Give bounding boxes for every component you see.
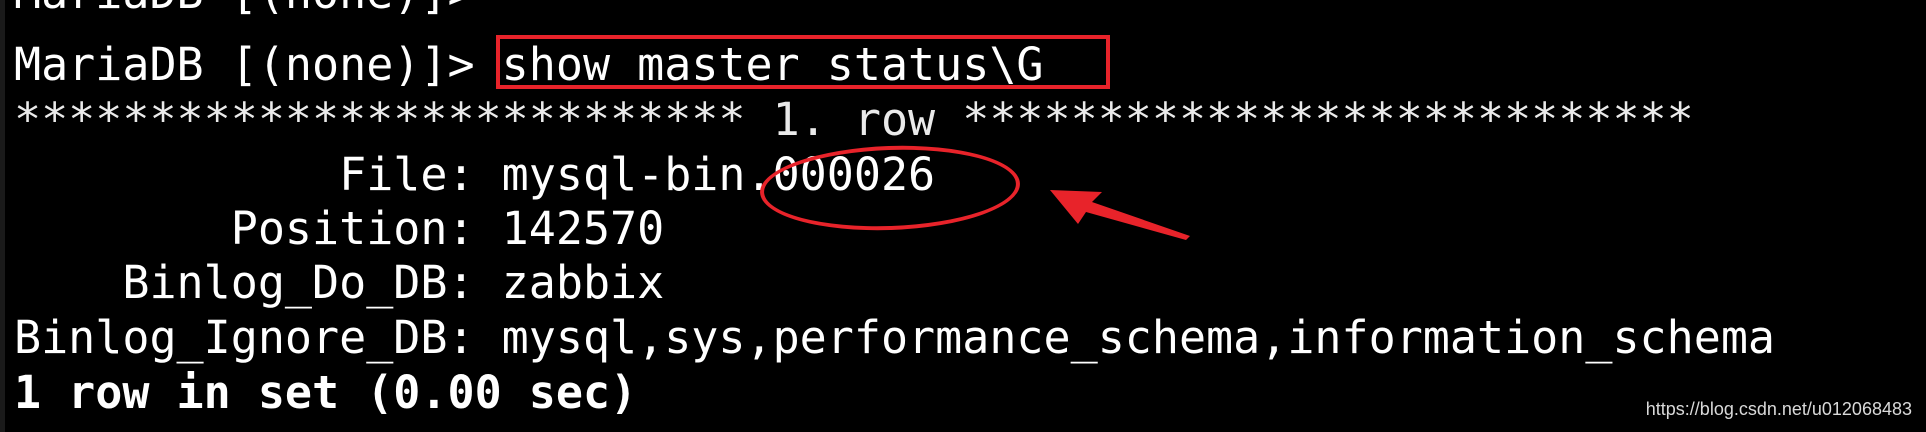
- window-edge: [0, 0, 5, 432]
- position-line: Position: 142570: [14, 202, 665, 255]
- terminal-window[interactable]: MariaDB [(none)]> MariaDB [(none)]> show…: [0, 0, 1926, 432]
- prompt-text: MariaDB [(none)]>: [14, 38, 502, 91]
- watermark: https://blog.csdn.net/u012068483: [1645, 399, 1912, 419]
- row-separator: *************************** 1. row *****…: [14, 93, 1694, 146]
- command-highlight-box: [496, 35, 1110, 89]
- binlog-ignore-db-line: Binlog_Ignore_DB: mysql,sys,performance_…: [14, 311, 1775, 364]
- annotation-arrow-icon: [1050, 190, 1190, 240]
- result-summary-line: 1 row in set (0.00 sec): [14, 366, 638, 419]
- binlog-do-db-line: Binlog_Do_DB: zabbix: [14, 256, 665, 309]
- previous-prompt-line: MariaDB [(none)]>: [14, 0, 475, 20]
